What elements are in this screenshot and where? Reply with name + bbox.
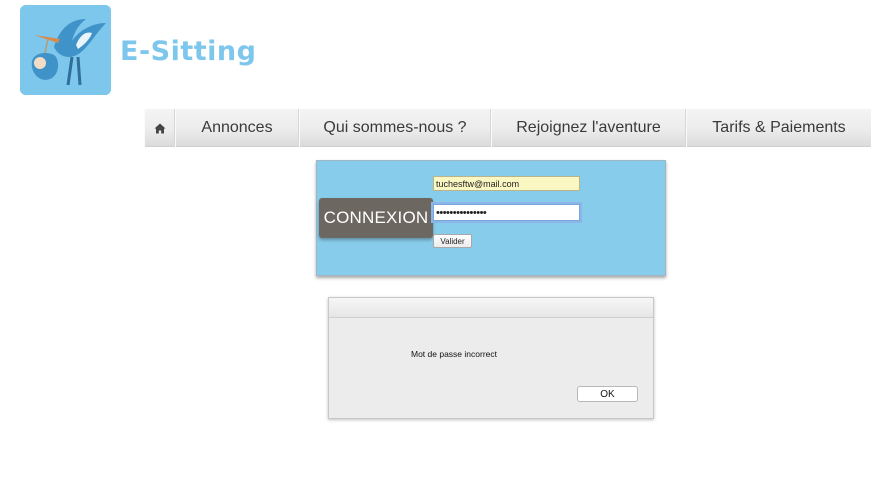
nav-item-qui-sommes-nous[interactable]: Qui sommes-nous ? — [299, 109, 491, 147]
email-input[interactable] — [433, 176, 580, 191]
login-title: CONNEXION — [319, 198, 433, 238]
submit-button[interactable]: Valider — [433, 234, 472, 248]
dialog-titlebar[interactable] — [329, 298, 653, 318]
login-panel: CONNEXION Valider — [316, 160, 666, 276]
logo[interactable] — [20, 5, 111, 95]
nav-item-annonces[interactable]: Annonces — [175, 109, 299, 147]
nav-home[interactable] — [144, 109, 175, 147]
nav-item-rejoignez[interactable]: Rejoignez l'aventure — [491, 109, 686, 147]
stork-carrying-baby-icon — [20, 5, 111, 95]
brand-name[interactable]: E-Sitting — [120, 36, 256, 67]
password-input[interactable] — [433, 204, 580, 221]
alert-message: Mot de passe incorrect — [411, 349, 497, 359]
alert-dialog: Mot de passe incorrect OK — [328, 297, 654, 419]
nav-item-tarifs[interactable]: Tarifs & Paiements — [686, 109, 871, 147]
ok-button[interactable]: OK — [577, 386, 638, 402]
main-nav: Annonces Qui sommes-nous ? Rejoignez l'a… — [144, 109, 871, 147]
home-icon — [154, 123, 165, 133]
